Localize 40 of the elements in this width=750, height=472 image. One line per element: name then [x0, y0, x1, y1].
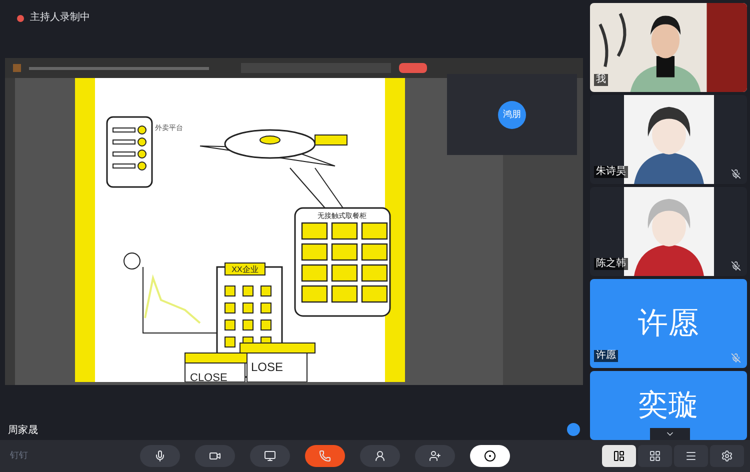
company-label: XX企业 — [232, 265, 258, 274]
brand-label: 钉钉 — [10, 449, 29, 462]
share-icon — [264, 450, 276, 462]
participants-icon — [374, 450, 386, 462]
phone-drawing — [106, 116, 153, 188]
invite-button[interactable] — [415, 445, 455, 467]
shop-sign-text: CLOSE — [190, 372, 228, 382]
list-layout-button[interactable] — [674, 445, 708, 467]
stop-share-button[interactable] — [399, 63, 427, 73]
participant-initials: 奕璇 — [638, 388, 700, 424]
building-windows-drawing — [224, 286, 272, 348]
recording-status: 主持人录制中 — [30, 13, 90, 23]
settings-layout-button[interactable] — [710, 445, 744, 467]
hangup-button[interactable] — [305, 445, 345, 467]
invite-icon — [429, 450, 441, 462]
mic-icon — [154, 450, 166, 462]
participants-button[interactable] — [360, 445, 400, 467]
mic-button[interactable] — [140, 445, 180, 467]
participant-name: 许愿 — [594, 350, 618, 362]
grid-icon — [649, 450, 661, 462]
record-icon — [484, 450, 496, 462]
participant-name: 朱诗昊 — [594, 166, 628, 178]
camera-icon — [209, 450, 221, 462]
share-button[interactable] — [250, 445, 290, 467]
app-logo-icon — [13, 64, 21, 72]
hangup-icon — [319, 450, 331, 462]
video-avatar: 鸿朋 — [498, 100, 526, 128]
speaker-layout-button[interactable] — [602, 445, 636, 467]
grid-layout-button[interactable] — [638, 445, 672, 467]
camera-button[interactable] — [195, 445, 235, 467]
shop-sign-text: LOSE — [251, 360, 284, 374]
settings-icon — [721, 450, 733, 462]
speaker-icon — [613, 450, 625, 462]
company-sign — [224, 262, 266, 276]
participant-initials: 许愿 — [638, 306, 700, 342]
record-button[interactable] — [470, 445, 510, 467]
participant-name: 陈之韩 — [594, 258, 628, 270]
list-icon — [685, 450, 697, 462]
participant-name: 我 — [594, 74, 608, 86]
presenter-name: 周家晟 — [8, 426, 38, 436]
